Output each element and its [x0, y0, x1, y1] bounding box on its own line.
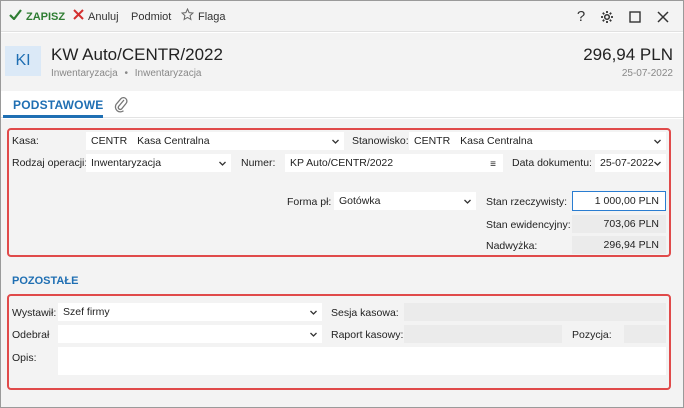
sesja-kasowa-label: Sesja kasowa: — [331, 307, 399, 319]
document-header: KI KW Auto/CENTR/2022 Inwentaryzacja • I… — [1, 33, 683, 91]
tab-bar: PODSTAWOWE — [1, 92, 683, 118]
cancel-label: Anuluj — [88, 11, 119, 23]
forma-platnosci-label: Forma pł: — [287, 196, 332, 208]
nadwyzka-value: 296,94 PLN — [572, 236, 666, 254]
document-title: KW Auto/CENTR/2022 — [51, 45, 223, 64]
chevron-down-icon — [219, 161, 226, 166]
sesja-kasowa-value — [404, 303, 666, 321]
chevron-down-icon — [654, 161, 661, 166]
chevron-down-icon — [310, 332, 317, 337]
stanowisko-label: Stanowisko: — [352, 135, 409, 147]
flag-label: Flaga — [198, 11, 226, 23]
breadcrumb-item: Inwentaryzacja — [134, 68, 202, 79]
opis-label: Opis: — [12, 352, 37, 364]
stanowisko-select[interactable]: CENTR Kasa Centralna — [409, 132, 666, 150]
stan-ewidencyjny-label: Stan ewidencyjny: — [486, 219, 571, 231]
chevron-down-icon — [654, 139, 661, 144]
breadcrumb-item: Inwentaryzacja — [51, 68, 118, 79]
odebral-label: Odebrał — [12, 329, 50, 341]
section-title-other: POZOSTAŁE — [12, 275, 79, 287]
gear-icon[interactable] — [599, 8, 615, 26]
odebral-select[interactable] — [58, 325, 322, 343]
cancel-button[interactable]: Anuluj — [73, 9, 119, 25]
tab-active-indicator — [3, 115, 103, 118]
subject-button[interactable]: Podmiot — [131, 9, 171, 25]
breadcrumb-separator: • — [124, 68, 128, 79]
wystawil-label: Wystawił: — [12, 307, 57, 319]
chevron-down-icon — [464, 199, 471, 204]
menu-icon[interactable]: ≡ — [490, 157, 496, 171]
save-label: ZAPISZ — [26, 11, 66, 23]
opis-textarea[interactable] — [58, 347, 666, 375]
wystawil-select[interactable]: Szef firmy — [58, 303, 322, 321]
close-icon — [73, 9, 84, 25]
numer-field[interactable]: KP Auto/CENTR/2022 ≡ — [285, 154, 503, 172]
raport-kasowy-label: Raport kasowy: — [331, 329, 404, 341]
breadcrumb: Inwentaryzacja • Inwentaryzacja — [51, 68, 201, 79]
forma-platnosci-select[interactable]: Gotówka — [334, 192, 476, 210]
subject-label: Podmiot — [131, 11, 172, 23]
close-window-icon[interactable] — [655, 8, 671, 26]
stan-rzeczywisty-input[interactable]: 1 000,00 PLN — [572, 191, 666, 211]
rodzaj-operacji-label: Rodzaj operacji: — [12, 157, 88, 169]
nadwyzka-label: Nadwyżka: — [486, 240, 538, 252]
rodzaj-operacji-select[interactable]: Inwentaryzacja — [86, 154, 231, 172]
numer-label: Numer: — [241, 157, 276, 169]
flag-button[interactable]: Flaga — [180, 7, 226, 26]
checkmark-icon — [9, 9, 22, 25]
document-amount: 296,94 PLN — [583, 45, 673, 64]
save-button[interactable]: ZAPISZ — [9, 9, 65, 25]
document-type-badge: KI — [5, 46, 41, 76]
paperclip-icon[interactable] — [114, 95, 130, 113]
stan-rzeczywisty-label: Stan rzeczywisty: — [486, 196, 568, 208]
data-dokumentu-label: Data dokumentu: — [512, 157, 592, 169]
toolbar: ZAPISZ Anuluj Podmiot Flaga ? — [1, 1, 683, 32]
stan-ewidencyjny-value: 703,06 PLN — [572, 215, 666, 233]
chevron-down-icon — [310, 310, 317, 315]
data-dokumentu-picker[interactable]: 25-07-2022 — [595, 154, 666, 172]
tab-basic[interactable]: PODSTAWOWE — [13, 98, 103, 112]
pozycja-label: Pozycja: — [572, 329, 612, 341]
maximize-icon[interactable] — [627, 8, 643, 26]
kasa-label: Kasa: — [12, 135, 39, 147]
document-date: 25-07-2022 — [621, 68, 673, 79]
help-icon[interactable]: ? — [573, 8, 589, 26]
kasa-select[interactable]: CENTR Kasa Centralna — [86, 132, 344, 150]
raport-kasowy-value — [404, 325, 562, 343]
star-icon — [180, 7, 195, 26]
chevron-down-icon — [332, 139, 339, 144]
pozycja-value — [624, 325, 666, 343]
